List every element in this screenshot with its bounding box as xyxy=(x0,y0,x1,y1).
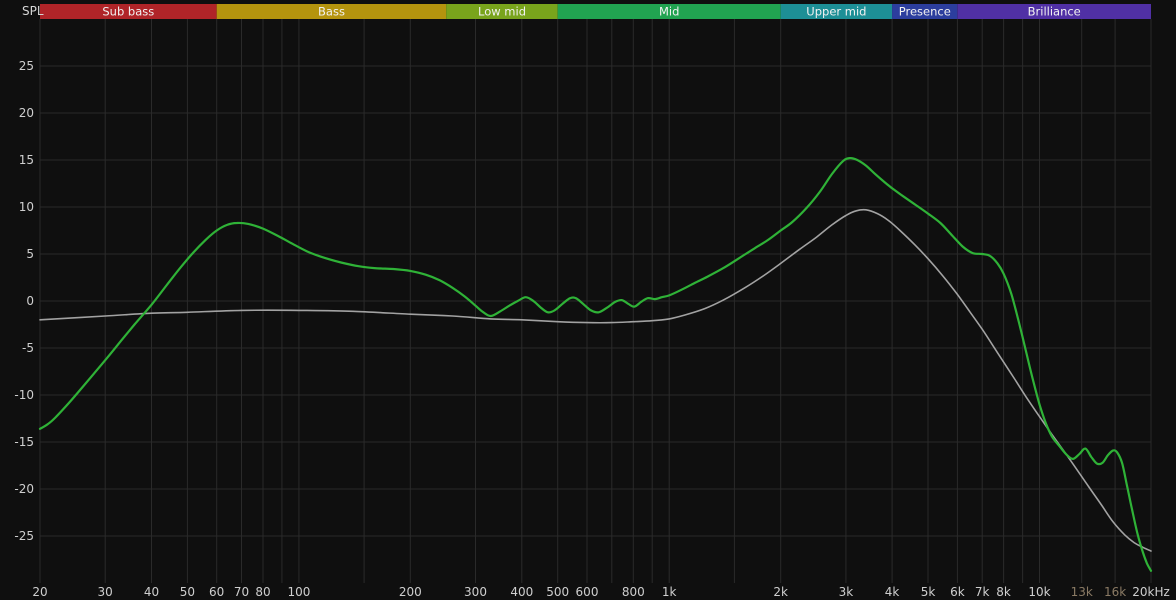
x-tick-label: 8k xyxy=(996,585,1011,599)
x-tick-label: 20kHz xyxy=(1132,585,1170,599)
x-tick-label: 300 xyxy=(464,585,487,599)
y-tick-label: -20 xyxy=(14,482,34,496)
band-label: Sub bass xyxy=(102,5,154,19)
y-tick-label: 25 xyxy=(19,59,34,73)
x-tick-label: 10k xyxy=(1028,585,1050,599)
spl-axis-title: SPL xyxy=(22,4,44,18)
x-tick-label: 5k xyxy=(921,585,936,599)
series-group xyxy=(38,156,1153,572)
x-tick-label: 800 xyxy=(622,585,645,599)
y-tick-label: 10 xyxy=(19,200,34,214)
band-label: Low mid xyxy=(478,5,526,19)
x-tick-label: 200 xyxy=(399,585,422,599)
x-tick-label: 60 xyxy=(209,585,224,599)
x-tick-label: 6k xyxy=(950,585,965,599)
x-tick-label: 3k xyxy=(839,585,854,599)
y-tick-label: -5 xyxy=(22,341,34,355)
x-tick-label: 1k xyxy=(662,585,677,599)
series-measurement xyxy=(38,156,1153,572)
y-tick-label: 15 xyxy=(19,153,34,167)
x-tick-label: 30 xyxy=(98,585,113,599)
x-tick-label: 100 xyxy=(287,585,310,599)
x-tick-label: 400 xyxy=(510,585,533,599)
series-target xyxy=(39,208,1152,552)
x-tick-label: 20 xyxy=(32,585,47,599)
x-tick-label: 2k xyxy=(773,585,788,599)
x-tick-label: 7k xyxy=(975,585,990,599)
x-tick-label: 50 xyxy=(180,585,195,599)
x-tick-label: 70 xyxy=(234,585,249,599)
y-tick-label: -15 xyxy=(14,435,34,449)
x-tick-label: 500 xyxy=(546,585,569,599)
chart-svg: Sub bass Bass Low mid Mid Upper mid Presence B… xyxy=(0,0,1176,600)
y-tick-label: 0 xyxy=(26,294,34,308)
band-label: Presence xyxy=(899,5,951,19)
y-tick-label: 5 xyxy=(26,247,34,261)
x-tick-label: 600 xyxy=(576,585,599,599)
x-tick-label: 4k xyxy=(885,585,900,599)
y-tick-label: 20 xyxy=(19,106,34,120)
x-tick-label: 13k xyxy=(1071,585,1093,599)
band-label: Mid xyxy=(659,5,679,19)
frequency-band-row: Sub bass Bass Low mid Mid Upper mid Presence B… xyxy=(40,4,1151,19)
x-tick-label: 80 xyxy=(255,585,270,599)
grid xyxy=(39,19,1152,583)
x-tick-label: 40 xyxy=(144,585,159,599)
band-label: Upper mid xyxy=(806,5,866,19)
y-tick-label: -25 xyxy=(14,529,34,543)
frequency-response-chart: Sub bass Bass Low mid Mid Upper mid Presence B… xyxy=(0,0,1176,600)
y-tick-label: -10 xyxy=(14,388,34,402)
x-tick-label: 16k xyxy=(1104,585,1126,599)
band-label: Brilliance xyxy=(1028,5,1081,19)
band-label: Bass xyxy=(318,5,345,19)
